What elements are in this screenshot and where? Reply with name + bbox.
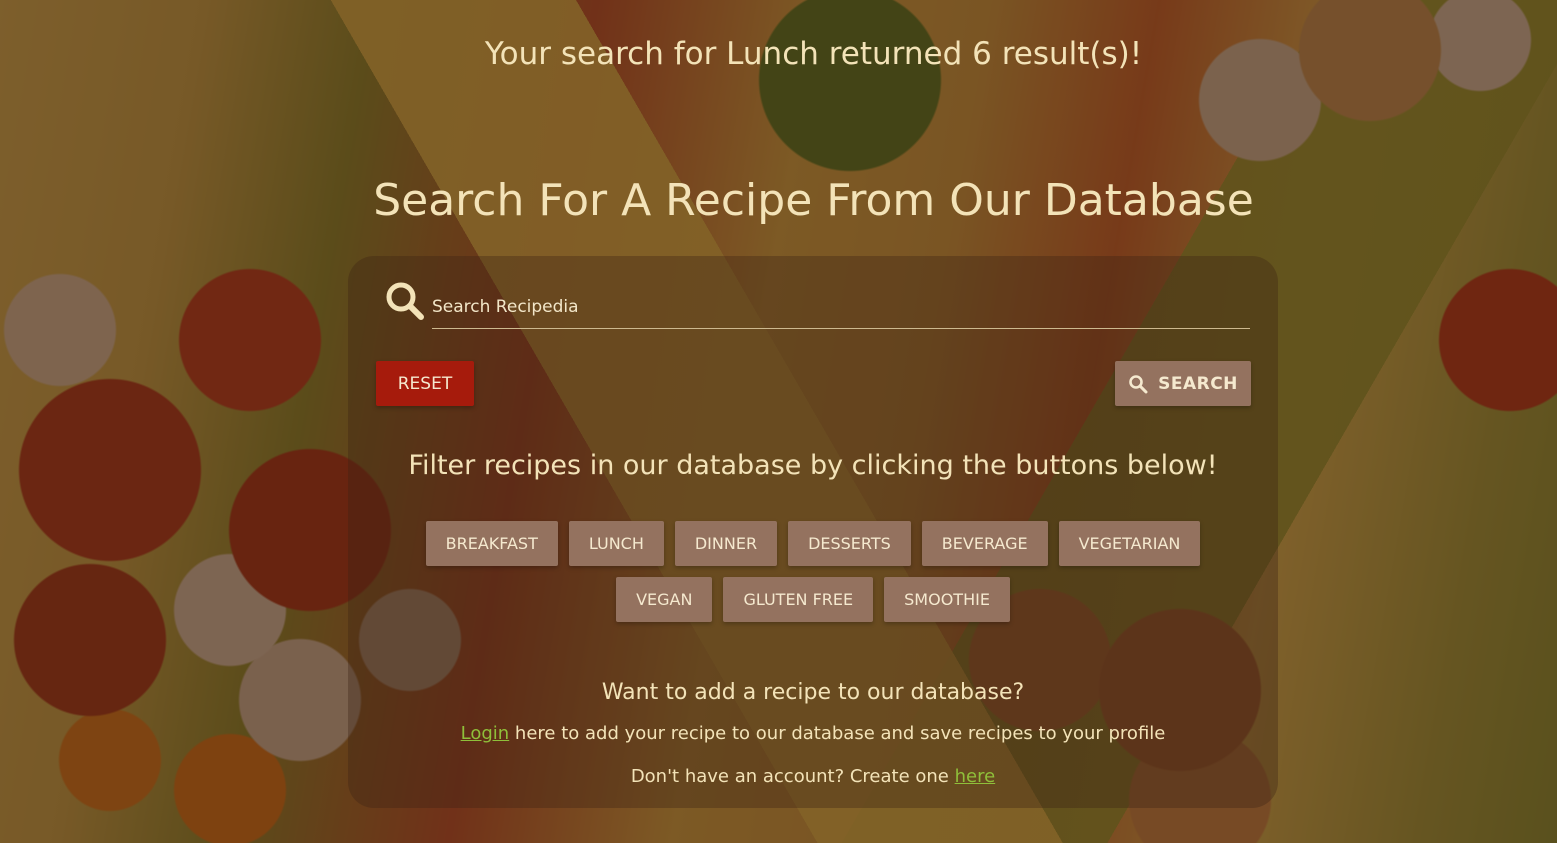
main-content: Your search for Lunch returned 6 result(… (0, 0, 1557, 843)
filter-button-smoothie[interactable]: SMOOTHIE (884, 577, 1010, 622)
search-button[interactable]: SEARCH (1115, 361, 1251, 406)
login-link[interactable]: Login (461, 723, 510, 744)
add-recipe-heading: Want to add a recipe to our database? (601, 680, 1025, 705)
filter-button-dinner[interactable]: DINNER (674, 521, 778, 566)
signup-prompt: Don't have an account? Create one here (348, 766, 1278, 787)
filter-button-gluten-free[interactable]: GLUTEN FREE (723, 577, 874, 622)
filter-row-1: BREAKFAST LUNCH DINNER DESSERTS BEVERAGE… (348, 521, 1278, 566)
reset-button[interactable]: RESET (376, 361, 474, 406)
filter-heading: Filter recipes in our database by clicki… (408, 450, 1218, 481)
filter-button-beverage[interactable]: BEVERAGE (921, 521, 1048, 566)
search-row (384, 278, 1252, 332)
filter-button-desserts[interactable]: DESSERTS (788, 521, 911, 566)
search-input[interactable] (432, 286, 1250, 329)
filter-button-vegan[interactable]: VEGAN (616, 577, 713, 622)
signup-link[interactable]: here (955, 766, 996, 787)
filter-button-lunch[interactable]: LUNCH (568, 521, 664, 566)
search-icon (1129, 374, 1148, 393)
page-title: Search For A Recipe From Our Database (373, 175, 1254, 226)
filter-button-breakfast[interactable]: BREAKFAST (425, 521, 558, 566)
filter-button-vegetarian[interactable]: VEGETARIAN (1058, 521, 1201, 566)
search-panel: RESET SEARCH Filter recipes in our datab… (348, 256, 1278, 808)
filter-row-2: VEGAN GLUTEN FREE SMOOTHIE (348, 577, 1278, 622)
search-icon (384, 280, 426, 322)
signup-prompt-text: Don't have an account? Create one (630, 766, 955, 787)
login-prompt: Login here to add your recipe to our dat… (348, 723, 1278, 744)
login-prompt-text: here to add your recipe to our database … (509, 723, 1166, 744)
search-results-message: Your search for Lunch returned 6 result(… (484, 36, 1143, 72)
search-button-label: SEARCH (1158, 373, 1238, 394)
